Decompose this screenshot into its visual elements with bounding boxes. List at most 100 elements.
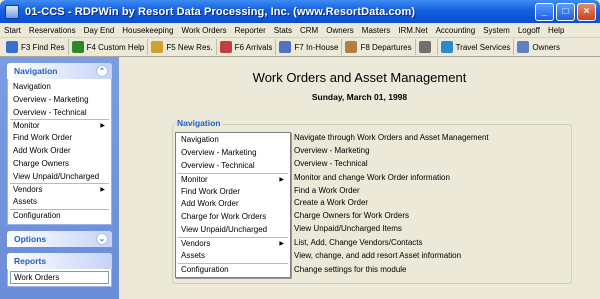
new-res-icon [151, 41, 164, 53]
owners-button[interactable]: Owners [514, 39, 563, 55]
sidebar-item-label: Add Work Order [13, 145, 71, 155]
nav-menu-item-overview-technical[interactable]: Overview - Technical [178, 160, 288, 173]
sidebar-item-add-work-order[interactable]: Add Work Order [10, 145, 109, 158]
menu-masters[interactable]: Masters [362, 26, 390, 35]
nav-menu-item-label: Overview - Marketing [181, 147, 257, 157]
toolbar-label: F7 In-House [294, 42, 339, 52]
menu-irm-net[interactable]: IRM.Net [398, 26, 427, 35]
nav-description: Monitor and change Work Order informatio… [294, 172, 450, 182]
app-icon[interactable] [5, 4, 19, 19]
collapse-chevron-icon[interactable]: ⌃ [96, 65, 108, 77]
maximize-button[interactable]: □ [556, 2, 575, 21]
f5-new-res-button[interactable]: F5 New Res. [148, 39, 217, 55]
toolbar-label: F4 Custom Help [86, 42, 145, 52]
toolbar-label: Travel Services [455, 42, 511, 52]
f4-custom-help-button[interactable]: F4 Custom Help [69, 39, 149, 55]
menu-reporter[interactable]: Reporter [235, 26, 266, 35]
navigation-panel-header[interactable]: Navigation ⌃ [7, 63, 112, 79]
nav-description: View, change, and add resort Asset infor… [294, 251, 462, 261]
sidebar-item-label: Overview - Technical [13, 107, 87, 117]
nav-menu-item-assets[interactable]: Assets [178, 250, 288, 263]
help-icon [71, 41, 84, 53]
nav-description: Navigate through Work Orders and Asset M… [294, 133, 489, 142]
sidebar-item-label: Monitor [13, 121, 40, 131]
sidebar-item-label: Vendors [13, 185, 43, 195]
sidebar-item-charge-owners[interactable]: Charge Owners [10, 158, 109, 171]
nav-description: Create a Work Order [294, 198, 369, 208]
nav-menu-item-configuration[interactable]: Configuration [178, 262, 288, 276]
grid-button[interactable] [416, 39, 438, 55]
menu-help[interactable]: Help [548, 26, 564, 35]
navigation-panel: Navigation ⌃ Navigation Overview - Market… [7, 63, 112, 225]
nav-menu-item-find-work-order[interactable]: Find Work Order [178, 186, 288, 199]
report-item-work-orders[interactable]: Work Orders [10, 270, 109, 284]
sidebar-item-overview-technical[interactable]: Overview - Technical [10, 107, 109, 120]
menu-logoff[interactable]: Logoff [518, 26, 540, 35]
nav-menu-item-vendors[interactable]: Vendors ▶ [178, 237, 288, 250]
nav-menu-item-overview-marketing[interactable]: Overview - Marketing [178, 147, 288, 160]
nav-menu-item-charge-for-work-orders[interactable]: Charge for Work Orders [178, 211, 288, 224]
minimize-button[interactable]: _ [535, 2, 554, 21]
menu-start[interactable]: Start [4, 26, 21, 35]
sidebar-item-label: View Unpaid/Uncharged [13, 171, 100, 181]
sidebar-item-assets[interactable]: Assets [10, 196, 109, 209]
owners-icon [517, 41, 530, 53]
nav-menu-item-view-unpaid-uncharged[interactable]: View Unpaid/Uncharged [178, 224, 288, 237]
page-title: Work Orders and Asset Management [252, 70, 467, 85]
menu-crm[interactable]: CRM [300, 26, 318, 35]
close-button[interactable]: × [577, 2, 596, 21]
sidebar-item-label: Assets [13, 197, 38, 207]
menu-stats[interactable]: Stats [274, 26, 292, 35]
options-panel-header[interactable]: Options ⌄ [7, 230, 112, 247]
menu-owners[interactable]: Owners [326, 26, 354, 35]
toolbar-label: Owners [532, 42, 560, 52]
menu-system[interactable]: System [483, 26, 510, 35]
nav-description: Change settings for this module [294, 264, 407, 274]
toolbar-label: F8 Departures [360, 42, 412, 52]
f6-arrivals-button[interactable]: F6 Arrivals [217, 39, 277, 55]
f8-departures-button[interactable]: F8 Departures [342, 39, 416, 55]
toolbar: F3 Find Res F4 Custom Help F5 New Res. F6 A… [0, 38, 600, 57]
menu-housekeeping[interactable]: Housekeeping [122, 26, 173, 35]
nav-menu-item-navigation[interactable]: Navigation [178, 134, 288, 147]
nav-menu-item-add-work-order[interactable]: Add Work Order [178, 198, 288, 211]
f3-find-res-button[interactable]: F3 Find Res [3, 39, 69, 55]
reports-panel-header[interactable]: Reports [7, 252, 112, 269]
menu-reservations[interactable]: Reservations [29, 26, 76, 35]
navigation-group-label: Navigation [175, 118, 223, 128]
options-panel-title: Options [14, 233, 47, 244]
departures-icon [345, 41, 358, 53]
navigation-panel-list: Navigation Overview - Marketing Overview -… [7, 79, 112, 225]
nav-description: Overview - Technical [294, 158, 368, 168]
sidebar-item-overview-marketing[interactable]: Overview - Marketing [10, 94, 109, 107]
menu-work-orders[interactable]: Work Orders [181, 26, 226, 35]
sidebar: Navigation ⌃ Navigation Overview - Market… [0, 57, 119, 299]
sidebar-item-monitor[interactable]: Monitor ▶ [10, 119, 109, 132]
navigation-descriptions: Navigate through Work Orders and Asset M… [293, 132, 489, 277]
nav-menu-item-label: Vendors [181, 239, 211, 249]
sidebar-item-label: Navigation [13, 82, 51, 91]
nav-description: Find a Work Order [294, 185, 360, 195]
nav-description: List, Add, Change Vendors/Contacts [294, 238, 423, 248]
nav-description: Charge Owners for Work Orders [294, 211, 409, 221]
sidebar-item-vendors[interactable]: Vendors ▶ [10, 183, 109, 196]
sidebar-item-configuration[interactable]: Configuration [10, 208, 109, 222]
travel-services-button[interactable]: Travel Services [438, 39, 515, 55]
sidebar-item-label: Configuration [13, 210, 61, 220]
nav-menu-item-label: Assets [181, 251, 206, 261]
grid-icon [418, 41, 431, 53]
expand-chevron-icon[interactable]: ⌄ [96, 232, 108, 245]
sidebar-item-view-unpaid-uncharged[interactable]: View Unpaid/Uncharged [10, 171, 109, 184]
f7-in-house-button[interactable]: F7 In-House [276, 39, 343, 55]
menu-day-end[interactable]: Day End [84, 26, 115, 35]
menu-accounting[interactable]: Accounting [436, 26, 476, 35]
menu-bar: Start Reservations Day End Housekeeping Work… [0, 23, 600, 38]
sidebar-item-find-work-order[interactable]: Find Work Order [10, 132, 109, 145]
nav-menu-item-label: View Unpaid/Uncharged [181, 225, 268, 235]
navigation-panel-title: Navigation [14, 66, 58, 76]
nav-menu-item-monitor[interactable]: Monitor ▶ [178, 172, 288, 186]
nav-menu-item-label: Add Work Order [181, 199, 239, 209]
nav-menu-item-label: Overview - Technical [181, 160, 255, 170]
sidebar-item-navigation[interactable]: Navigation [10, 81, 109, 94]
toolbar-label: F5 New Res. [166, 42, 213, 52]
